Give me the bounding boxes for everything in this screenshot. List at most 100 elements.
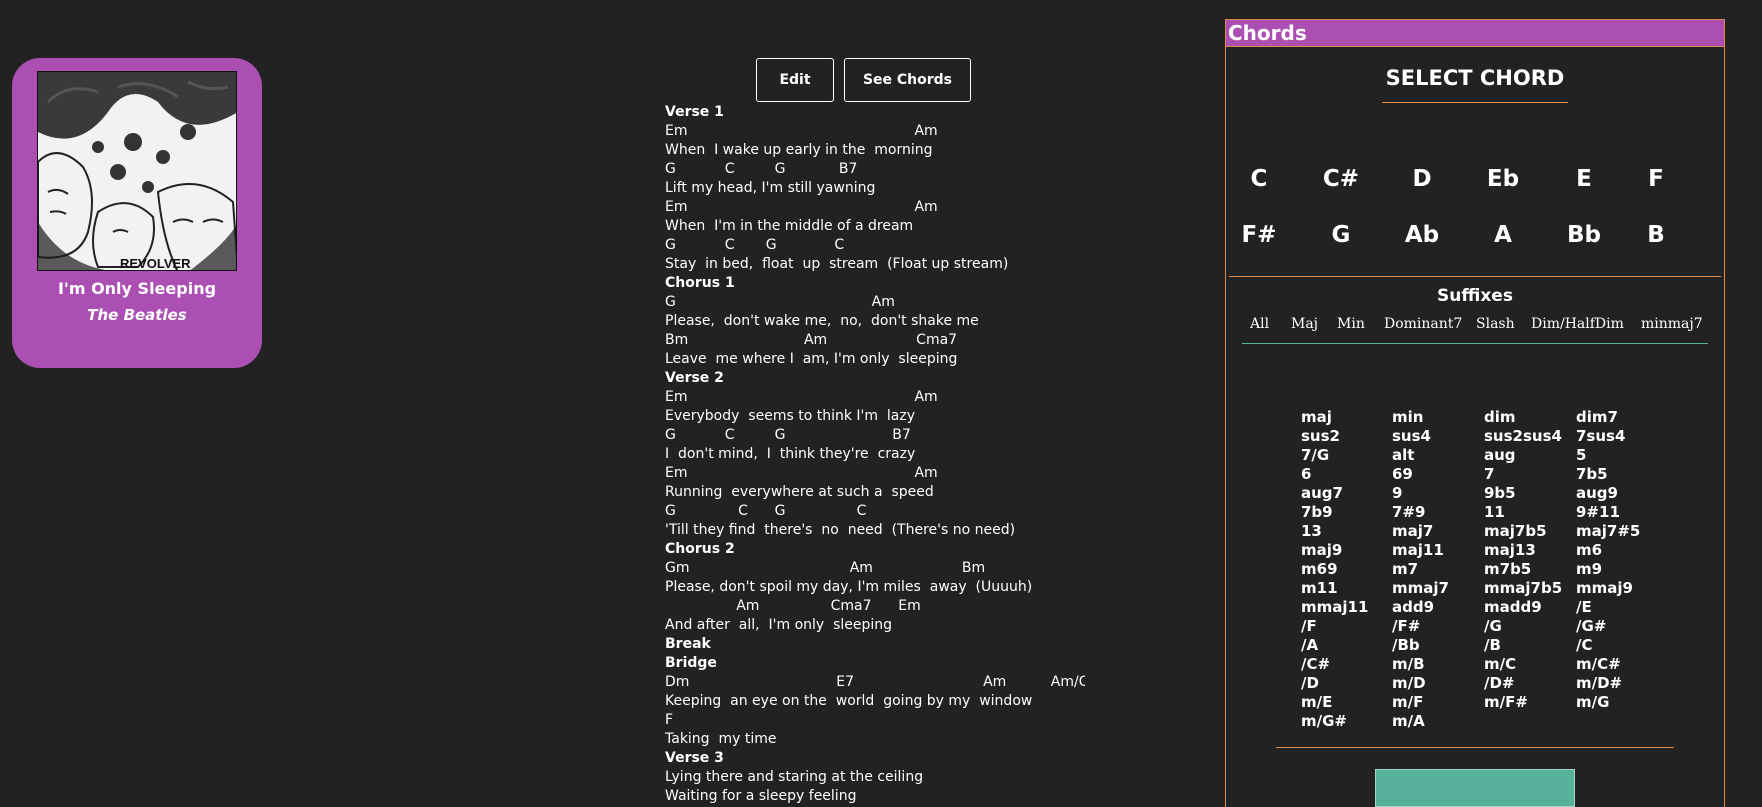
chord-suffix-option[interactable]: /D# bbox=[1484, 674, 1515, 692]
song-card[interactable]: REVOLVER I'm Only Sleeping The Beatles bbox=[12, 58, 262, 368]
chord-suffix-option[interactable]: m9 bbox=[1576, 560, 1602, 578]
chord-suffix-option[interactable]: m/D bbox=[1392, 674, 1426, 692]
suffix-filter-tab[interactable]: Dim/HalfDim bbox=[1531, 316, 1624, 332]
chord-suffix-option[interactable]: /A bbox=[1301, 636, 1318, 654]
suffix-filter-tab[interactable]: Dominant7 bbox=[1384, 316, 1462, 332]
chord-suffix-option[interactable]: m/C# bbox=[1576, 655, 1621, 673]
chord-suffix-option[interactable]: aug7 bbox=[1301, 484, 1343, 502]
chord-suffix-option[interactable]: 13 bbox=[1301, 522, 1322, 540]
chord-suffix-option[interactable]: alt bbox=[1392, 446, 1414, 464]
chord-action-button[interactable] bbox=[1375, 769, 1575, 807]
select-chord-title: SELECT CHORD bbox=[1385, 66, 1565, 90]
chord-suffix-option[interactable]: 9 bbox=[1392, 484, 1402, 502]
chord-suffix-option[interactable]: 7b5 bbox=[1576, 465, 1608, 483]
chord-suffix-option[interactable]: m/B bbox=[1392, 655, 1425, 673]
chord-suffix-option[interactable]: maj7#5 bbox=[1576, 522, 1640, 540]
chord-suffix-option[interactable]: 69 bbox=[1392, 465, 1413, 483]
suffix-filter-tab[interactable]: Slash bbox=[1476, 316, 1515, 332]
root-chord-button[interactable]: G bbox=[1311, 222, 1371, 248]
suffix-filter-tab[interactable]: Min bbox=[1337, 316, 1365, 332]
root-chord-button[interactable]: C# bbox=[1311, 166, 1371, 192]
see-chords-button[interactable]: See Chords bbox=[844, 58, 971, 102]
chord-suffix-option[interactable]: mmaj9 bbox=[1576, 579, 1633, 597]
chord-suffix-option[interactable]: m/A bbox=[1392, 712, 1425, 730]
suffix-filter-tab[interactable]: minmaj7 bbox=[1641, 316, 1703, 332]
lyrics-sheet: Verse 1 Em Am When I wake up early in the … bbox=[665, 103, 1085, 806]
chord-suffix-option[interactable]: m/C bbox=[1484, 655, 1516, 673]
chord-suffix-option[interactable]: 6 bbox=[1301, 465, 1311, 483]
lyric-line: When I'm in the middle of a dream bbox=[665, 218, 914, 234]
chord-suffix-option[interactable]: dim7 bbox=[1576, 408, 1618, 426]
chord-suffix-option[interactable]: /D bbox=[1301, 674, 1319, 692]
chord-line: Dm E7 Am Am/G bbox=[665, 674, 1085, 690]
root-chord-button[interactable]: B bbox=[1626, 222, 1686, 248]
album-title-text: REVOLVER bbox=[120, 256, 191, 271]
chord-suffix-option[interactable]: maj bbox=[1301, 408, 1332, 426]
chord-suffix-option[interactable]: m6 bbox=[1576, 541, 1602, 559]
chord-suffix-option[interactable]: sus2sus4 bbox=[1484, 427, 1562, 445]
chord-suffix-option[interactable]: /E bbox=[1576, 598, 1592, 616]
chord-suffix-option[interactable]: mmaj11 bbox=[1301, 598, 1368, 616]
root-chord-button[interactable]: Bb bbox=[1554, 222, 1614, 248]
lyric-line: And after all, I'm only sleeping bbox=[665, 617, 893, 633]
chord-suffix-option[interactable]: /C bbox=[1576, 636, 1593, 654]
chord-suffix-option[interactable]: add9 bbox=[1392, 598, 1434, 616]
chord-suffix-option[interactable]: /C# bbox=[1301, 655, 1330, 673]
chord-suffix-option[interactable]: /F bbox=[1301, 617, 1317, 635]
chord-suffix-option[interactable]: 7b9 bbox=[1301, 503, 1333, 521]
chord-suffix-option[interactable]: 9#11 bbox=[1576, 503, 1620, 521]
chord-suffix-option[interactable]: 7 bbox=[1484, 465, 1494, 483]
chord-suffix-option[interactable]: min bbox=[1392, 408, 1423, 426]
chord-suffix-option[interactable]: 9b5 bbox=[1484, 484, 1516, 502]
suffix-filter-tab[interactable]: All bbox=[1250, 316, 1269, 332]
root-chord-button[interactable]: F# bbox=[1229, 222, 1289, 248]
chord-suffix-option[interactable]: m/G bbox=[1576, 693, 1609, 711]
chord-suffix-option[interactable]: maj7 bbox=[1392, 522, 1433, 540]
chord-suffix-option[interactable]: sus2 bbox=[1301, 427, 1340, 445]
lyric-line: 'Till they find there's no need (There's… bbox=[665, 522, 1016, 538]
chord-suffix-option[interactable]: m/D# bbox=[1576, 674, 1622, 692]
chord-suffix-option[interactable]: m/F bbox=[1392, 693, 1423, 711]
chord-suffix-option[interactable]: maj11 bbox=[1392, 541, 1444, 559]
chord-line: Em Am bbox=[665, 389, 938, 405]
chord-suffix-option[interactable]: dim bbox=[1484, 408, 1516, 426]
root-chord-button[interactable]: Ab bbox=[1392, 222, 1452, 248]
chord-suffix-option[interactable]: /B bbox=[1484, 636, 1501, 654]
chord-suffix-option[interactable]: /Bb bbox=[1392, 636, 1420, 654]
root-chord-button[interactable]: F bbox=[1626, 166, 1686, 192]
root-chord-button[interactable]: A bbox=[1473, 222, 1533, 248]
chord-suffix-option[interactable]: 11 bbox=[1484, 503, 1505, 521]
chord-suffix-option[interactable]: m69 bbox=[1301, 560, 1338, 578]
chord-suffix-option[interactable]: mmaj7 bbox=[1392, 579, 1449, 597]
chord-suffix-option[interactable]: /F# bbox=[1392, 617, 1420, 635]
lyrics-section-heading: Verse 2 bbox=[665, 370, 724, 386]
chord-suffix-option[interactable]: m/E bbox=[1301, 693, 1332, 711]
chord-suffix-option[interactable]: 7#9 bbox=[1392, 503, 1425, 521]
chord-suffix-option[interactable]: /G# bbox=[1576, 617, 1606, 635]
chord-suffix-option[interactable]: m7 bbox=[1392, 560, 1418, 578]
chord-suffix-option[interactable]: aug bbox=[1484, 446, 1516, 464]
root-chord-button[interactable]: C bbox=[1229, 166, 1289, 192]
album-cover-illustration: REVOLVER bbox=[38, 72, 236, 271]
root-chord-button[interactable]: E bbox=[1554, 166, 1614, 192]
lyric-line: Taking my time bbox=[665, 731, 777, 747]
chord-suffix-option[interactable]: maj13 bbox=[1484, 541, 1536, 559]
edit-button[interactable]: Edit bbox=[756, 58, 834, 102]
chord-suffix-option[interactable]: /G bbox=[1484, 617, 1502, 635]
chord-suffix-option[interactable]: m/F# bbox=[1484, 693, 1528, 711]
chord-suffix-option[interactable]: sus4 bbox=[1392, 427, 1431, 445]
chord-suffix-option[interactable]: 7sus4 bbox=[1576, 427, 1625, 445]
chord-suffix-option[interactable]: aug9 bbox=[1576, 484, 1618, 502]
chord-suffix-option[interactable]: m11 bbox=[1301, 579, 1338, 597]
suffix-filter-tab[interactable]: Maj bbox=[1291, 316, 1318, 332]
chord-suffix-option[interactable]: m7b5 bbox=[1484, 560, 1531, 578]
chord-suffix-option[interactable]: 7/G bbox=[1301, 446, 1329, 464]
root-chord-button[interactable]: Eb bbox=[1473, 166, 1533, 192]
chord-suffix-option[interactable]: madd9 bbox=[1484, 598, 1542, 616]
root-chord-button[interactable]: D bbox=[1392, 166, 1452, 192]
chord-suffix-option[interactable]: 5 bbox=[1576, 446, 1586, 464]
chord-suffix-option[interactable]: maj9 bbox=[1301, 541, 1342, 559]
chord-suffix-option[interactable]: mmaj7b5 bbox=[1484, 579, 1562, 597]
chord-suffix-option[interactable]: maj7b5 bbox=[1484, 522, 1547, 540]
chord-suffix-option[interactable]: m/G# bbox=[1301, 712, 1347, 730]
